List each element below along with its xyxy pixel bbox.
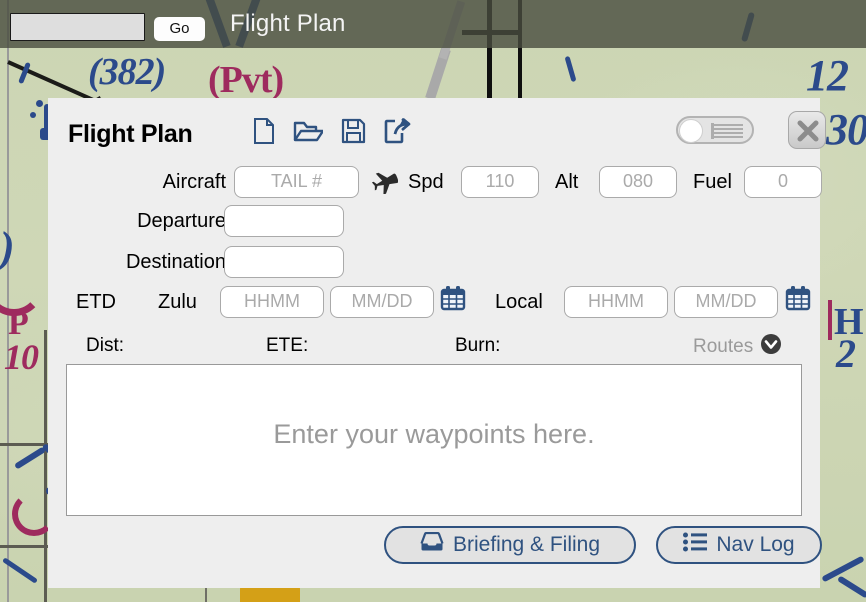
local-label: Local (495, 291, 543, 313)
etd-local-date-input[interactable]: MM/DD (674, 286, 778, 318)
etd-local-time-input[interactable]: HHMM (564, 286, 668, 318)
go-button[interactable]: Go (154, 17, 205, 41)
nav-log-label: Nav Log (716, 532, 795, 556)
list-icon (683, 532, 708, 558)
burn-readout: Burn: (455, 335, 501, 356)
chevron-down-circle-icon (760, 333, 782, 360)
ete-readout: ETE: (266, 335, 309, 356)
routes-toggle[interactable]: Routes (693, 333, 782, 360)
fuel-input[interactable]: 0 (744, 166, 822, 198)
inbox-icon (420, 531, 444, 558)
view-toggle-switch[interactable] (676, 116, 754, 144)
etd-zulu-date-input[interactable]: MM/DD (330, 286, 434, 318)
map-label: 12 (806, 51, 849, 100)
departure-input[interactable] (224, 205, 344, 237)
aircraft-label: Aircraft (162, 171, 226, 193)
spd-label: Spd (408, 171, 444, 193)
calendar-icon[interactable] (785, 285, 811, 316)
destination-input[interactable] (224, 246, 344, 278)
briefing-and-filing-button[interactable]: Briefing & Filing (384, 526, 636, 564)
calendar-icon[interactable] (440, 285, 466, 316)
flight-plan-dialog: Flight Plan Aircraft TAIL # Spd 110 Alt … (48, 98, 826, 588)
save-icon[interactable] (341, 118, 366, 149)
map-label: ) (0, 223, 15, 272)
map-gridline (44, 330, 47, 602)
dialog-title: Flight Plan (68, 120, 193, 148)
map-label: (382) (88, 51, 166, 93)
airplane-icon[interactable] (371, 168, 399, 199)
zulu-label: Zulu (158, 291, 197, 313)
share-icon[interactable] (384, 117, 411, 149)
briefing-and-filing-label: Briefing & Filing (452, 532, 601, 556)
map-label: 2 (836, 331, 856, 376)
new-icon[interactable] (253, 118, 275, 149)
fuel-label: Fuel (693, 171, 732, 193)
page-title: Flight Plan (230, 10, 346, 37)
etd-label: ETD (76, 291, 116, 313)
map-ink (36, 100, 43, 107)
toggle-knob (679, 119, 703, 143)
alt-label: Alt (555, 171, 579, 193)
waypoints-input[interactable]: Enter your waypoints here. (66, 364, 802, 516)
url-input[interactable] (10, 13, 145, 41)
dist-readout: Dist: (86, 335, 124, 356)
spd-input[interactable]: 110 (461, 166, 539, 198)
waypoints-placeholder: Enter your waypoints here. (273, 419, 595, 449)
departure-label: Departure (137, 210, 226, 232)
close-button[interactable] (788, 111, 826, 149)
map-ink (828, 300, 832, 340)
open-icon[interactable] (293, 118, 325, 149)
nav-log-button[interactable]: Nav Log (656, 526, 822, 564)
browser-top-bar: Go Flight Plan (0, 0, 866, 48)
dialog-toolbar (253, 117, 411, 149)
map-label: 30 (826, 105, 866, 154)
aircraft-input[interactable]: TAIL # (234, 166, 359, 198)
routes-label: Routes (693, 335, 754, 357)
map-ink (30, 112, 36, 118)
map-label: 10 (4, 337, 39, 377)
destination-label: Destination (125, 251, 226, 273)
alt-input[interactable]: 080 (599, 166, 677, 198)
map-label: (Pvt) (208, 59, 284, 101)
etd-zulu-time-input[interactable]: HHMM (220, 286, 324, 318)
close-icon (797, 120, 819, 142)
list-icon (711, 124, 743, 138)
